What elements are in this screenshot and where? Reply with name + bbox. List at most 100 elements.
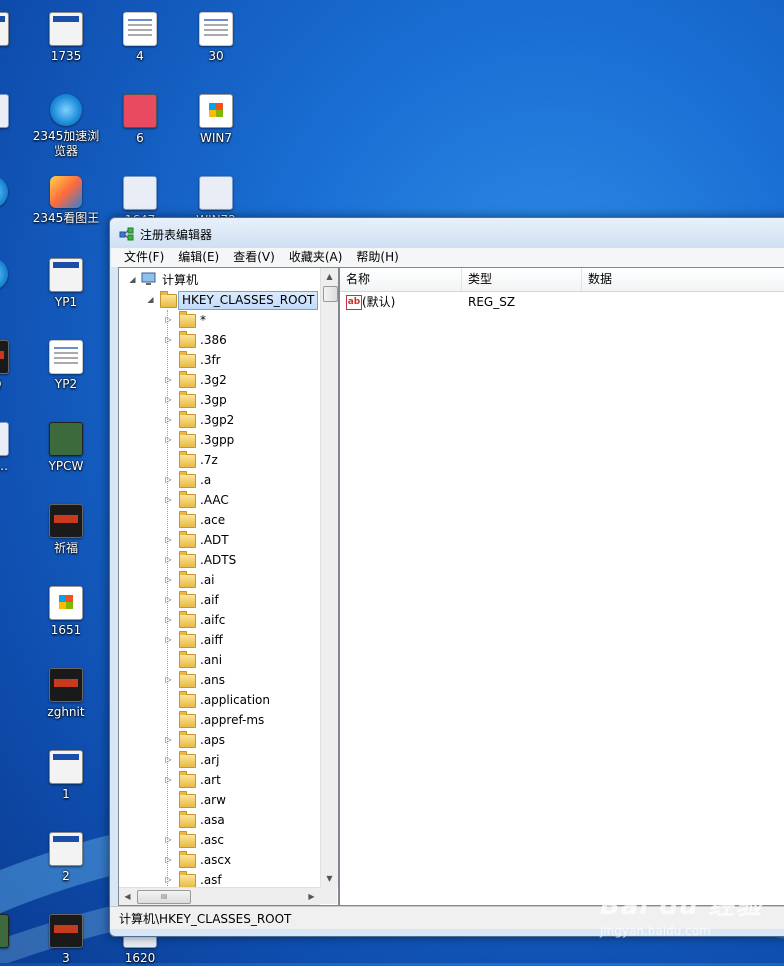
expand-arrow-icon[interactable]: ▷ — [164, 475, 173, 484]
desktop-icon[interactable]: 3 — [28, 914, 104, 966]
column-header-data[interactable]: 数据 — [582, 268, 784, 291]
folder-icon — [179, 791, 196, 808]
desktop-icon[interactable]: 4 — [102, 12, 178, 64]
folder-icon — [179, 411, 196, 428]
baidu-watermark: Bai du 经验 jingyan.baidu.com — [600, 885, 763, 938]
desktop-icon[interactable]: 2345看图王 — [28, 176, 104, 226]
folder-open-icon — [160, 291, 177, 308]
desktop-icon[interactable]: J — [0, 258, 30, 308]
desktop-icon[interactable]: WIN7 — [178, 94, 254, 146]
column-header-name[interactable]: 名称 — [340, 268, 462, 291]
tree-label: .386 — [200, 333, 227, 347]
expand-arrow-icon[interactable]: ▷ — [164, 775, 173, 784]
expand-arrow-icon[interactable]: ▷ — [164, 875, 173, 884]
tree-label: .ADT — [200, 533, 229, 547]
expand-arrow-icon[interactable]: ▷ — [164, 555, 173, 564]
folder-icon — [179, 851, 196, 868]
tree-label: .arw — [200, 793, 226, 807]
folder-icon — [179, 591, 196, 608]
registry-editor-window[interactable]: 注册表编辑器 文件(F) 编辑(E) 查看(V) 收藏夹(A) 帮助(H) ◢ 计算机 … — [109, 217, 784, 937]
folder-icon — [179, 491, 196, 508]
desktop-icon[interactable]: 2345加速浏览器 — [28, 94, 104, 159]
desktop-icon[interactable]: 3 — [0, 914, 30, 966]
tree-horizontal-scrollbar[interactable]: ◀ III ▶ — [119, 887, 320, 905]
desktop-icon[interactable]: 站 — [0, 94, 30, 146]
tree-label: .3g2 — [200, 373, 227, 387]
expand-arrow-icon[interactable]: ▷ — [164, 315, 173, 324]
expand-arrow-icon[interactable]: ▷ — [164, 835, 173, 844]
expand-arrow-icon[interactable]: ▷ — [164, 375, 173, 384]
folder-icon — [179, 691, 196, 708]
desktop-icon[interactable]: 30 — [178, 12, 254, 64]
desktop-icon[interactable]: DIS... — [0, 422, 30, 474]
column-header-type[interactable]: 类型 — [462, 268, 582, 291]
expand-arrow-icon[interactable]: ▷ — [164, 495, 173, 504]
watermark-url: jingyan.baidu.com — [600, 924, 711, 938]
desktop-icon[interactable]: QQ — [0, 340, 30, 392]
expand-arrow-icon[interactable]: ▷ — [164, 335, 173, 344]
menu-help[interactable]: 帮助(H) — [349, 248, 405, 267]
desktop-icon[interactable]: 2 — [28, 832, 104, 884]
value-list-pane[interactable]: 名称 类型 数据 ab (默认) REG_SZ — [339, 267, 784, 906]
desktop-icon-label: 4 — [136, 49, 144, 63]
expand-arrow-icon[interactable]: ▷ — [164, 535, 173, 544]
menu-file[interactable]: 文件(F) — [111, 248, 171, 267]
tree-label: .asf — [200, 873, 222, 887]
title-bar[interactable]: 注册表编辑器 — [110, 218, 784, 248]
tree-label: .asc — [200, 833, 225, 847]
file-icon — [49, 832, 83, 866]
desktop-icon[interactable]: 1735 — [28, 12, 104, 64]
expand-arrow-icon[interactable]: ▷ — [164, 575, 173, 584]
expand-arrow-icon[interactable]: ▷ — [164, 755, 173, 764]
tree-label: .ans — [200, 673, 226, 687]
desktop-icon-label: 2345加速浏览器 — [32, 129, 100, 158]
expand-arrow-icon[interactable]: ▷ — [164, 595, 173, 604]
folder-icon — [179, 451, 196, 468]
expand-arrow-icon[interactable]: ▷ — [164, 635, 173, 644]
file-icon — [50, 94, 82, 126]
file-icon — [49, 914, 83, 948]
scroll-thumb-horizontal[interactable]: III — [137, 890, 191, 904]
collapse-arrow-icon[interactable]: ◢ — [146, 295, 155, 304]
file-icon — [49, 586, 83, 620]
desktop-icon[interactable]: YP2 — [28, 340, 104, 392]
desktop-icon[interactable]: 机 — [0, 12, 30, 64]
expand-arrow-icon[interactable]: ▷ — [164, 415, 173, 424]
tree-label: .application — [200, 693, 271, 707]
expand-arrow-icon[interactable]: ▷ — [164, 395, 173, 404]
menu-view[interactable]: 查看(V) — [226, 248, 282, 267]
desktop-icon-label: 30 — [208, 49, 224, 63]
desktop-icon[interactable]: 1 — [28, 750, 104, 802]
expand-arrow-icon[interactable]: ▷ — [164, 615, 173, 624]
tree-vertical-scrollbar[interactable]: ▲ ▼ — [320, 268, 338, 887]
key-tree-pane[interactable]: ◢ 计算机 ◢ HKEY_CLASSES_ROOT ▷ * ▷ .386 .3fr ▷ .3… — [118, 267, 339, 906]
menu-favorites[interactable]: 收藏夹(A) — [282, 248, 350, 267]
scroll-right-icon[interactable]: ▶ — [303, 888, 320, 905]
expand-arrow-icon[interactable]: ▷ — [164, 735, 173, 744]
file-icon — [123, 94, 157, 128]
expand-arrow-icon[interactable]: ▷ — [164, 855, 173, 864]
scroll-down-icon[interactable]: ▼ — [321, 870, 338, 887]
expand-arrow-icon[interactable]: ▷ — [164, 675, 173, 684]
desktop-icon[interactable]: 1651 — [28, 586, 104, 638]
desktop-icon[interactable]: zghnit — [28, 668, 104, 720]
tree-label: .appref-ms — [200, 713, 265, 727]
desktop-icon-label: 旺 — [0, 211, 30, 226]
desktop-icon[interactable]: 祈福 — [28, 504, 104, 556]
registry-editor-icon — [119, 227, 134, 241]
desktop-icon[interactable]: YPCW — [28, 422, 104, 474]
file-icon — [0, 12, 9, 46]
expand-arrow-icon[interactable]: ▷ — [164, 435, 173, 444]
scroll-left-icon[interactable]: ◀ — [119, 888, 136, 905]
menu-edit[interactable]: 编辑(E) — [171, 248, 226, 267]
value-row[interactable]: ab (默认) REG_SZ — [340, 292, 784, 312]
scroll-thumb[interactable] — [323, 286, 338, 302]
desktop-icon[interactable]: 旺 — [0, 176, 30, 226]
tree-label: .3fr — [200, 353, 221, 367]
collapse-arrow-icon[interactable]: ◢ — [128, 275, 137, 284]
desktop-icon[interactable]: 6 — [102, 94, 178, 146]
scroll-up-icon[interactable]: ▲ — [321, 268, 338, 285]
tree-label: .ani — [200, 653, 223, 667]
desktop-icon[interactable]: YP1 — [28, 258, 104, 310]
status-path: 计算机\HKEY_CLASSES_ROOT — [119, 912, 292, 926]
